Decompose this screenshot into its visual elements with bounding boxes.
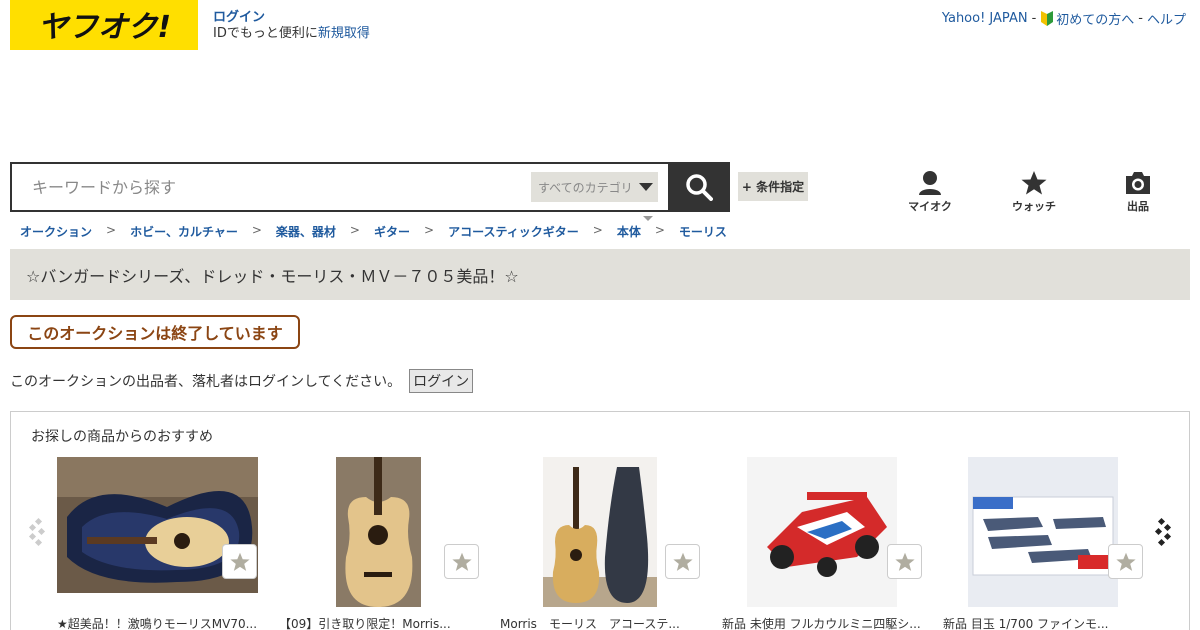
auction-title-bar: ☆バンガードシリーズ、ドレッド・モーリス・ＭＶ－７０５美品！☆ <box>10 249 1190 300</box>
watch-nav[interactable]: ウォッチ <box>1004 170 1064 214</box>
auction-ended-badge: このオークションは終了しています <box>10 315 300 349</box>
watch-label: ウォッチ <box>1012 200 1056 213</box>
watch-button[interactable] <box>222 544 257 579</box>
star-icon <box>1021 171 1047 195</box>
breadcrumb-item[interactable]: モーリス <box>679 223 727 240</box>
beginner-link[interactable]: 初めての方へ <box>1056 9 1134 28</box>
watch-button[interactable] <box>444 544 479 579</box>
watch-button[interactable] <box>1108 544 1143 579</box>
breadcrumb-arrow: > <box>106 223 117 237</box>
myauction-nav[interactable]: マイオク <box>900 170 960 214</box>
product-name[interactable]: 【09】引き取り限定！Morris... <box>279 615 451 630</box>
product-name[interactable]: Morris モーリス アコーステ... <box>500 615 680 630</box>
myauction-label: マイオク <box>908 200 952 213</box>
breadcrumb-item[interactable]: ギター <box>374 223 410 240</box>
category-select-label: すべてのカテゴリ <box>538 180 633 195</box>
beginner-link-group[interactable]: 初めての方へ <box>1040 9 1134 28</box>
breadcrumb-item[interactable]: 楽器、器材 <box>276 223 336 240</box>
breadcrumb: オークション > ホビー、カルチャー > 楽器、器材 > ギター > アコーステ… <box>20 223 727 240</box>
product-thumbnail[interactable] <box>747 457 897 607</box>
product-thumbnail[interactable] <box>543 457 657 607</box>
sell-nav[interactable]: 出品 <box>1108 170 1168 214</box>
logo-wordmark: ヤフオク! <box>38 10 170 42</box>
recommendation-title: お探しの商品からのおすすめ <box>31 429 213 445</box>
caret-down-icon <box>643 216 653 221</box>
star-icon <box>229 552 250 571</box>
help-link[interactable]: ヘルプ <box>1147 9 1186 28</box>
product-name[interactable]: 新品 目玉 1/700 ファインモ... <box>943 615 1108 630</box>
sell-label: 出品 <box>1127 200 1149 213</box>
star-icon <box>894 552 915 571</box>
beginner-mark-icon <box>1041 10 1054 26</box>
login-sub-text: IDでもっと便利に <box>213 26 318 41</box>
person-icon <box>919 171 941 195</box>
breadcrumb-item[interactable]: ホビー、カルチャー <box>130 223 238 240</box>
product-name[interactable]: 新品 未使用 フルカウルミニ四駆シ... <box>722 615 921 630</box>
breadcrumb-arrow: > <box>349 223 360 237</box>
recommendation-panel: お探しの商品からのおすすめ ★超美品！！激鳴りモーリスMV70... 【09】引… <box>10 411 1190 630</box>
product-thumbnail[interactable] <box>968 457 1118 607</box>
signup-link[interactable]: 新規取得 <box>318 26 370 41</box>
link-separator: - <box>1031 11 1037 26</box>
breadcrumb-arrow: > <box>424 223 435 237</box>
breadcrumb-arrow: > <box>654 223 665 237</box>
login-block: ログイン IDでもっと便利に新規取得 <box>213 10 370 42</box>
breadcrumb-arrow: > <box>592 223 603 237</box>
breadcrumb-item[interactable]: アコースティックギター <box>448 223 579 240</box>
login-button[interactable]: ログイン <box>409 369 474 393</box>
category-select[interactable]: すべてのカテゴリ <box>531 172 658 202</box>
top-right-links: Yahoo! JAPAN - 初めての方へ - ヘルプ <box>942 9 1186 28</box>
yahoo-japan-link[interactable]: Yahoo! JAPAN <box>942 11 1028 26</box>
search-icon <box>686 174 713 201</box>
product-name[interactable]: ★超美品！！激鳴りモーリスMV70... <box>57 615 257 630</box>
auction-title: ☆バンガードシリーズ、ドレッド・モーリス・ＭＶ－７０５美品！☆ <box>26 266 519 286</box>
login-notice: このオークションの出品者、落札者はログインしてください。 ログイン <box>10 369 474 393</box>
breadcrumb-item[interactable]: 本体 <box>617 223 641 240</box>
condition-button[interactable]: + 条件指定 <box>738 172 808 201</box>
watch-button[interactable] <box>887 544 922 579</box>
yahuoku-logo[interactable]: ヤフオク! <box>10 0 198 50</box>
search-bar: すべてのカテゴリ <box>10 162 730 212</box>
carousel-prev-icon[interactable] <box>26 515 46 549</box>
chevron-down-icon <box>638 183 653 191</box>
link-separator: - <box>1138 11 1143 26</box>
camera-icon <box>1126 172 1150 194</box>
login-link[interactable]: ログイン <box>213 10 265 25</box>
star-icon <box>1115 552 1136 571</box>
svg-text:ヤフオク!: ヤフオク! <box>38 10 170 42</box>
watch-button[interactable] <box>665 544 700 579</box>
breadcrumb-item[interactable]: オークション <box>20 223 92 240</box>
carousel-next-icon[interactable] <box>1154 515 1174 549</box>
search-button[interactable] <box>668 162 730 212</box>
product-thumbnail[interactable] <box>336 457 421 607</box>
login-notice-text: このオークションの出品者、落札者はログインしてください。 <box>10 374 402 390</box>
breadcrumb-arrow: > <box>251 223 262 237</box>
star-icon <box>451 552 472 571</box>
star-icon <box>672 552 693 571</box>
